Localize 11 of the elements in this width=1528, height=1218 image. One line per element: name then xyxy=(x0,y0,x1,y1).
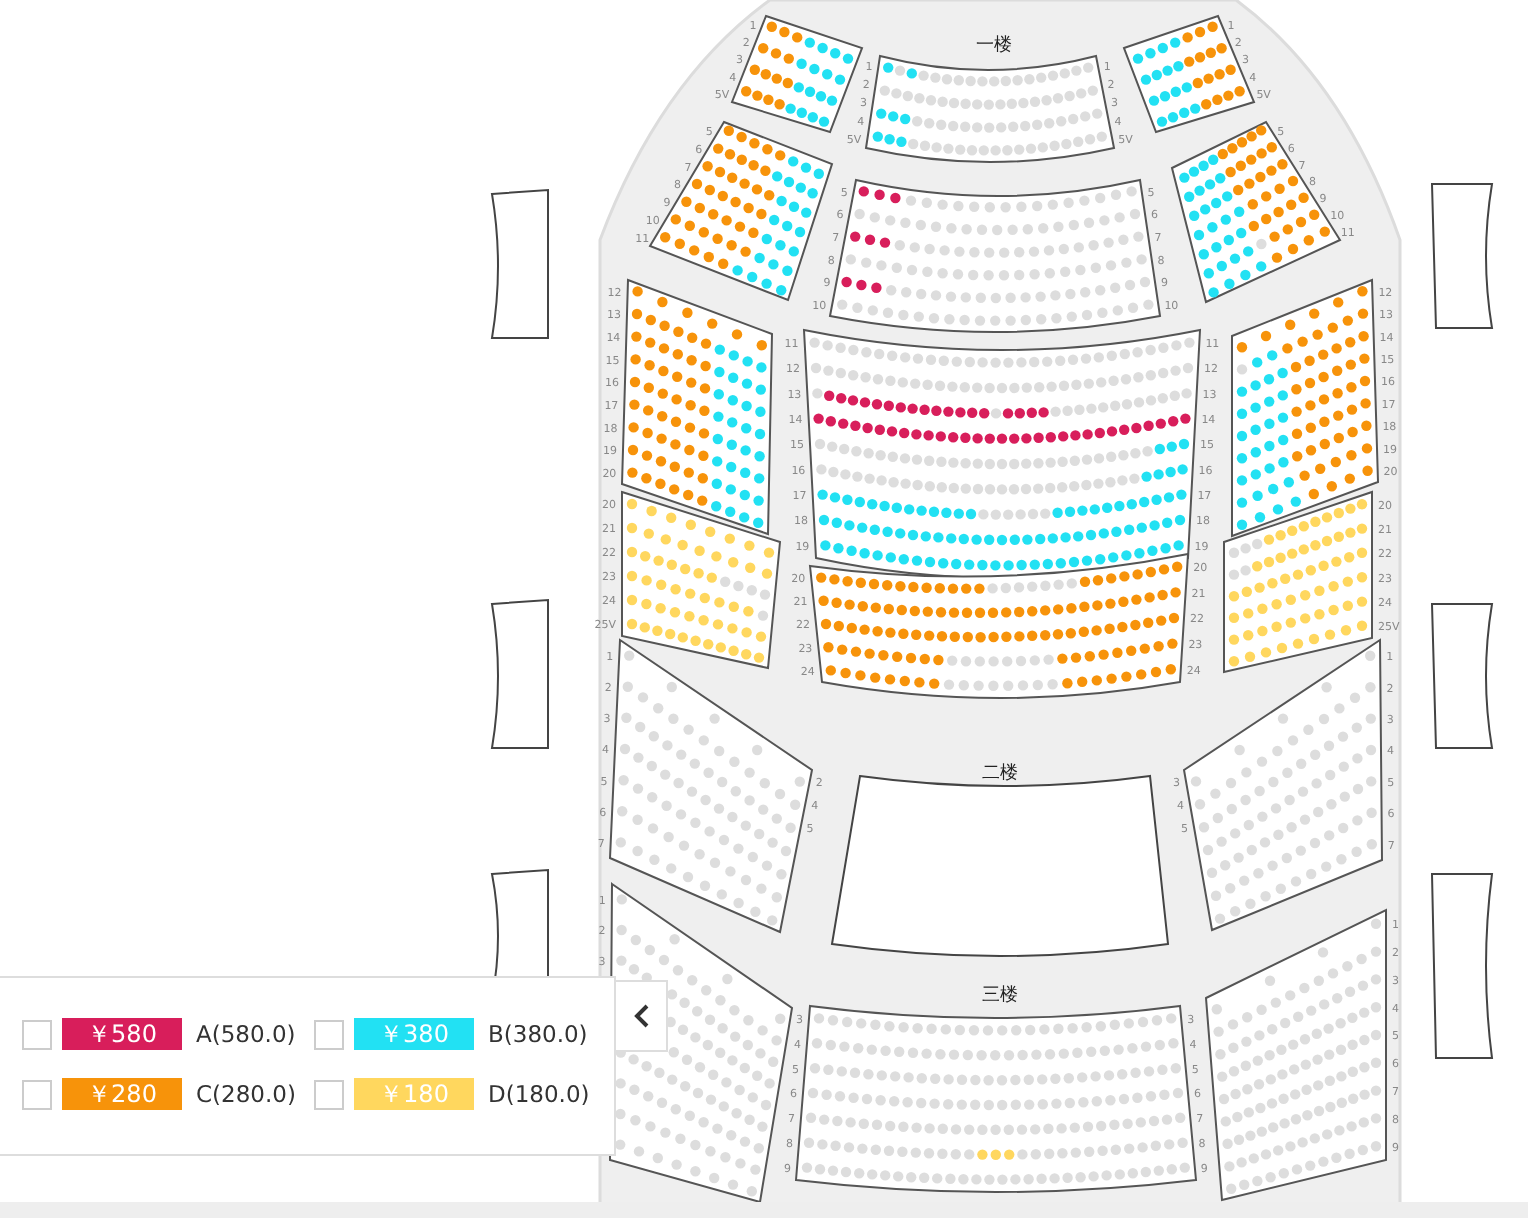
price-level-name: D(180.0) xyxy=(488,1080,590,1108)
price-tag: ￥180 xyxy=(354,1078,474,1110)
floor-label: 三楼 xyxy=(982,986,1018,1006)
price-level-name: B(380.0) xyxy=(488,1020,588,1048)
price-level-name: A(580.0) xyxy=(196,1020,296,1048)
price-tag: ￥280 xyxy=(62,1078,182,1110)
price-level-name: C(280.0) xyxy=(196,1080,296,1108)
price-tag: ￥380 xyxy=(354,1018,474,1050)
floor-label: 一楼 xyxy=(976,36,1012,56)
price-tag: ￥580 xyxy=(62,1018,182,1050)
floor-label: 二楼 xyxy=(982,764,1018,784)
